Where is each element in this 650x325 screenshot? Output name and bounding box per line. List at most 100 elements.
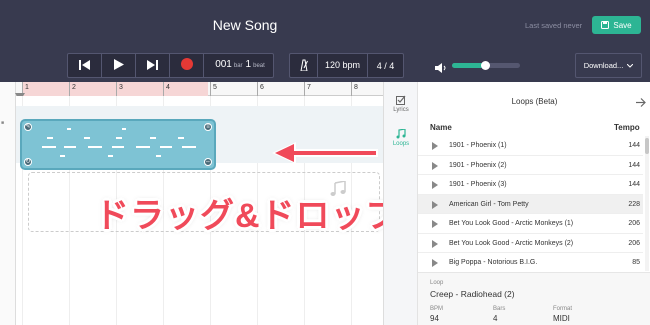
loop-details: Loop Creep - Radiohead (2) BPM 94 Bars 4… (418, 272, 650, 325)
skip-forward-button[interactable] (136, 54, 170, 77)
note (108, 155, 113, 157)
record-button[interactable] (170, 54, 204, 77)
ruler-mark: 7 (304, 82, 311, 96)
note (156, 155, 161, 157)
loop-tempo: 85 (632, 259, 640, 266)
note (60, 155, 65, 157)
loop-label: Loop (430, 280, 444, 286)
play-icon[interactable] (432, 239, 438, 248)
loop-name: Bet You Look Good - Arctic Monkeys (2) (449, 239, 574, 247)
loops-list: 1901 - Phoenix (1) 144 1901 - Phoenix (2)… (418, 136, 643, 273)
bar-value: 001 (215, 59, 232, 70)
volume-knob[interactable] (480, 61, 490, 70)
note (178, 137, 184, 139)
play-icon[interactable] (432, 220, 438, 228)
format-value: MIDI (553, 314, 570, 323)
clip-edit-icon[interactable]: ✎ (24, 123, 32, 131)
loop-tempo: 206 (628, 220, 640, 227)
play-icon[interactable] (432, 200, 438, 209)
arrow-right-icon[interactable] (636, 94, 646, 112)
bpm-value[interactable]: 120 bpm (318, 54, 368, 77)
loop-clip[interactable]: ✎ ≡ ↻ ⇔ (20, 119, 216, 170)
note (182, 146, 196, 148)
note (150, 137, 156, 139)
loop-region[interactable] (22, 82, 208, 96)
play-icon[interactable] (432, 161, 438, 170)
track-header-strip: ■ (0, 82, 16, 325)
play-icon (113, 57, 124, 75)
loops-panel: Loops (Beta) Name Tempo 1901 - Phoenix (… (417, 82, 650, 325)
save-label: Save (613, 20, 632, 30)
scroll-thumb[interactable] (645, 138, 649, 154)
play-icon[interactable] (432, 142, 438, 150)
note (84, 137, 90, 139)
loops-scrollbar[interactable] (645, 136, 649, 271)
loop-name: 1901 - Phoenix (3) (449, 181, 507, 188)
list-item[interactable]: 1901 - Phoenix (3) 144 (418, 175, 643, 195)
ruler-mark: 8 (351, 82, 358, 96)
play-icon[interactable] (432, 181, 438, 189)
panel-title: Loops (Beta) (511, 97, 558, 106)
note (47, 137, 53, 139)
loop-tempo: 144 (628, 181, 640, 188)
list-item[interactable]: Bet You Look Good - Arctic Monkeys (2) 20… (418, 234, 643, 253)
column-header-tempo[interactable]: Tempo (614, 123, 640, 132)
ruler-mark: 5 (210, 82, 217, 96)
play-button[interactable] (102, 54, 136, 77)
note (88, 146, 102, 148)
ruler-mark: 4 (163, 82, 170, 96)
list-item[interactable]: Bet You Look Good - Arctic Monkeys (1) 20… (418, 214, 643, 234)
volume-icon[interactable] (435, 60, 447, 78)
download-dropdown[interactable]: Download... (575, 53, 642, 78)
top-bar: New Song Last saved never Save 001 bar 1… (0, 0, 650, 82)
column-header-name[interactable]: Name (430, 123, 452, 132)
note (122, 128, 126, 130)
metronome-button[interactable] (290, 54, 318, 77)
tab-loops[interactable]: Loops (384, 120, 418, 156)
loop-name: Big Poppa - Notorious B.I.G. (449, 259, 538, 266)
clip-menu-icon[interactable]: ≡ (204, 123, 212, 131)
metronome-icon (299, 59, 309, 73)
tab-lyrics-label: Lyrics (393, 107, 409, 113)
tab-lyrics[interactable]: Lyrics (384, 86, 418, 122)
music-note-icon (396, 128, 406, 141)
ruler-mark: 3 (116, 82, 123, 96)
play-icon[interactable] (432, 259, 438, 267)
note (116, 137, 122, 139)
position-counter: 001 bar 1 beat (204, 54, 273, 77)
tab-loops-label: Loops (392, 141, 410, 147)
drag-and-drop-caption: ドラッグ&ドロップ (95, 197, 401, 235)
tempo-controls: 120 bpm 4 / 4 (289, 53, 404, 78)
bpm-value: 94 (430, 314, 439, 323)
volume-slider[interactable] (452, 61, 520, 70)
skip-back-icon (79, 57, 90, 75)
list-item[interactable]: Big Poppa - Notorious B.I.G. 85 (418, 253, 643, 273)
save-icon (601, 21, 610, 29)
skip-forward-icon (147, 57, 158, 75)
time-signature[interactable]: 4 / 4 (368, 61, 403, 71)
bar-unit: bar (233, 63, 243, 69)
red-arrow-icon (270, 140, 380, 171)
skip-back-button[interactable] (68, 54, 102, 77)
clip-resize-icon[interactable]: ⇔ (204, 158, 212, 166)
side-tabs: Lyrics Loops (383, 82, 417, 325)
save-button[interactable]: Save (592, 16, 641, 34)
note (112, 146, 124, 148)
list-item[interactable]: 1901 - Phoenix (2) 144 (418, 156, 643, 175)
loop-name: 1901 - Phoenix (1) (449, 142, 507, 149)
timeline-ruler[interactable]: 12345678 (16, 82, 383, 96)
clip-loop-icon[interactable]: ↻ (24, 158, 32, 166)
loop-tempo: 144 (628, 142, 640, 149)
format-label: Format (553, 306, 573, 312)
selected-loop-name: Creep - Radiohead (2) (430, 289, 515, 299)
song-title[interactable]: New Song (0, 17, 490, 33)
note (136, 146, 150, 148)
note (67, 128, 71, 130)
list-item[interactable]: American Girl - Tom Petty 228 (418, 194, 643, 214)
list-item[interactable]: 1901 - Phoenix (1) 144 (418, 136, 643, 156)
record-icon (180, 57, 193, 75)
loop-name: Bet You Look Good - Arctic Monkeys (1) (449, 220, 574, 227)
loop-tempo: 144 (628, 161, 640, 169)
transport-controls: 001 bar 1 beat (67, 53, 274, 78)
download-label: Download... (583, 61, 624, 70)
